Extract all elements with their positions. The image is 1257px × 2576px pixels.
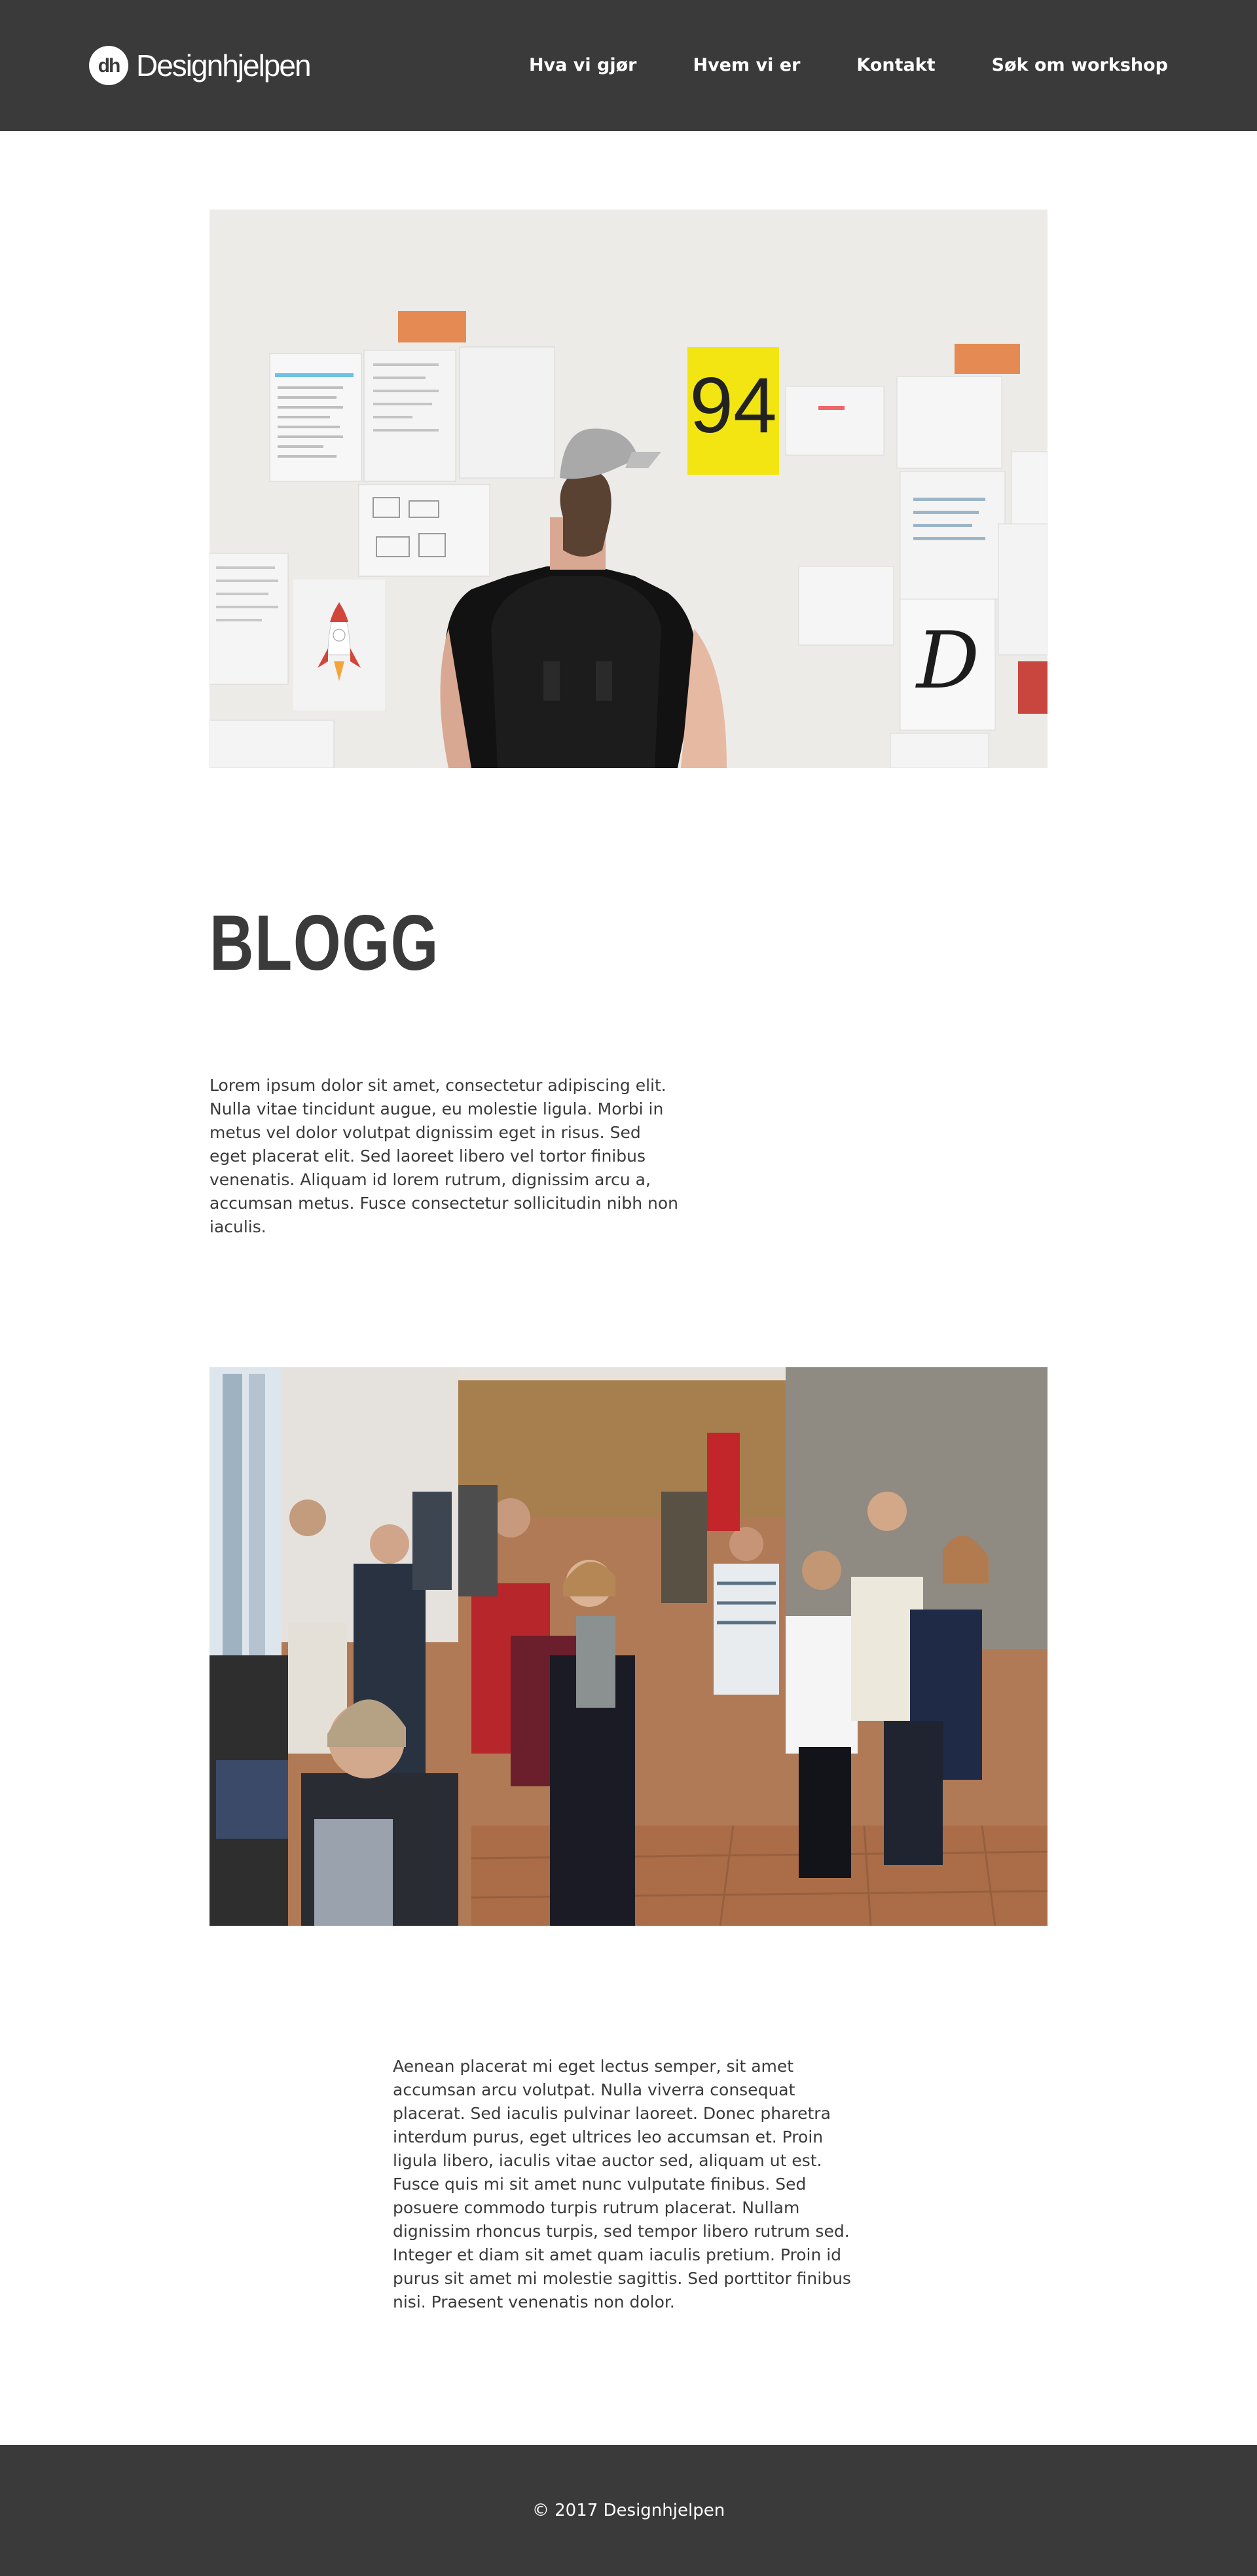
svg-text:dh: dh bbox=[98, 55, 120, 77]
intro-paragraph: Lorem ipsum dolor sit amet, consectetur … bbox=[210, 1076, 679, 1236]
copyright-text: © 2017 Designhjelpen bbox=[532, 2501, 725, 2520]
logo-text: Designhjelpen bbox=[136, 48, 312, 83]
svg-text:D: D bbox=[915, 616, 979, 707]
site-header: dh Designhjelpen Hva vi gjør Hvem vi er … bbox=[0, 0, 1257, 131]
nav-item-hvem-vi-er[interactable]: Hvem vi er bbox=[693, 51, 800, 80]
nav-item-sok-om-workshop[interactable]: Søk om workshop bbox=[992, 51, 1168, 80]
page: dh Designhjelpen Hva vi gjør Hvem vi er … bbox=[0, 0, 1257, 2576]
logo-icon: dh bbox=[89, 46, 128, 85]
page-title: BLOGG bbox=[210, 899, 439, 987]
hero-image: 94 D bbox=[210, 210, 1048, 768]
logo-link[interactable]: dh Designhjelpen bbox=[89, 46, 312, 85]
nav-item-kontakt[interactable]: Kontakt bbox=[856, 51, 935, 80]
body-paragraph: Aenean placerat mi eget lectus semper, s… bbox=[393, 2057, 851, 2311]
crowd-image bbox=[210, 1367, 1048, 1926]
main-nav: Hva vi gjør Hvem vi er Kontakt Søk om wo… bbox=[529, 51, 1168, 80]
svg-text:94: 94 bbox=[689, 361, 776, 449]
nav-item-hva-vi-gjor[interactable]: Hva vi gjør bbox=[529, 51, 637, 80]
site-footer: © 2017 Designhjelpen bbox=[0, 2445, 1257, 2576]
